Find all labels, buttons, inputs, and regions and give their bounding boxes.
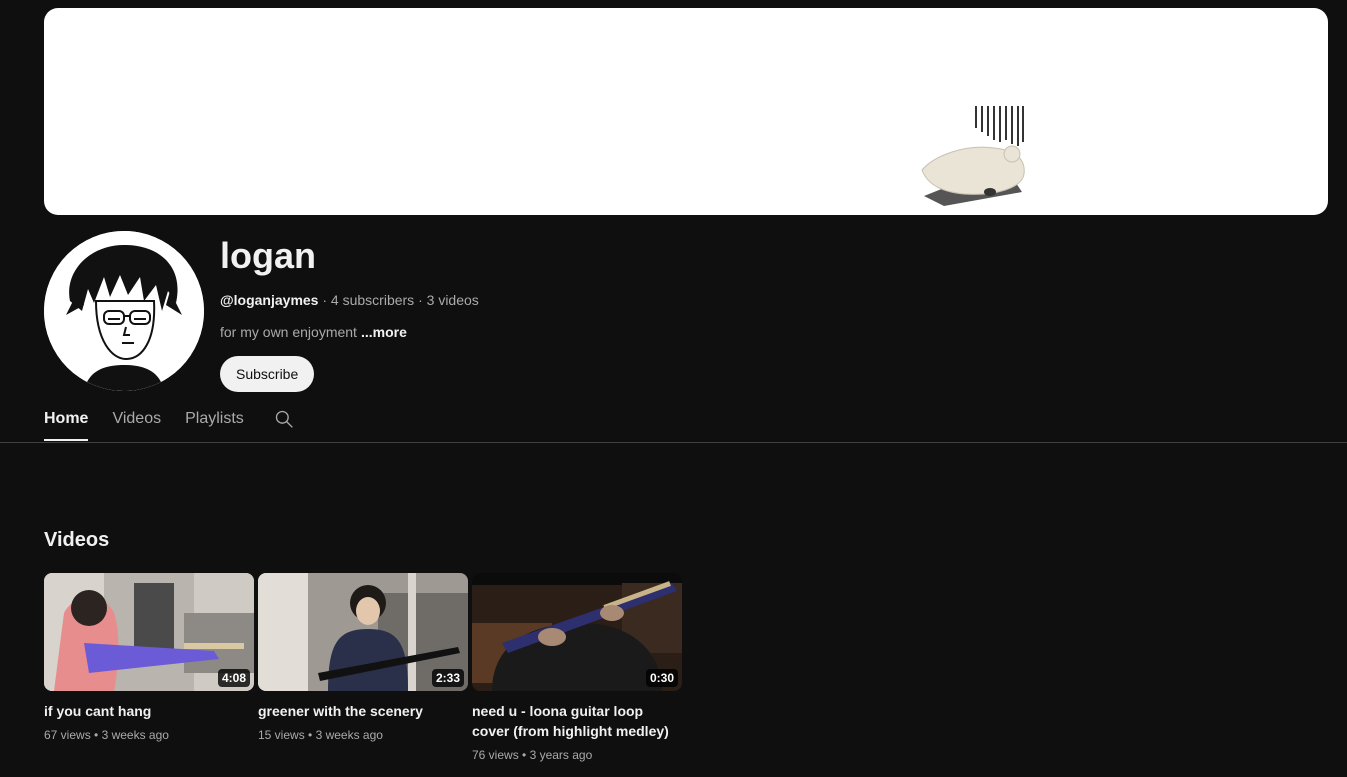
video-thumbnail[interactable]: 0:30	[472, 573, 682, 691]
tabs-divider	[0, 442, 1347, 443]
tab-home[interactable]: Home	[44, 400, 89, 441]
subscriber-count: 4 subscribers	[330, 292, 415, 308]
subscribe-button[interactable]: Subscribe	[220, 356, 315, 392]
more-link[interactable]: ...more	[361, 324, 407, 340]
description-text: for my own enjoyment	[220, 324, 357, 340]
video-thumbnail[interactable]: 4:08	[44, 573, 254, 691]
video-card[interactable]: 4:08 if you cant hang 67 views • 3 weeks…	[44, 573, 254, 763]
channel-info: logan @loganjaymes · 4 subscribers · 3 v…	[220, 236, 479, 392]
section-title[interactable]: Videos	[44, 528, 109, 552]
channel-handle[interactable]: @loganjaymes	[220, 292, 318, 308]
video-card[interactable]: 0:30 need u - loona guitar loop cover (f…	[472, 573, 682, 763]
meta-separator: •	[518, 748, 530, 762]
video-duration: 2:33	[431, 669, 464, 687]
video-meta: 67 views • 3 weeks ago	[44, 727, 254, 743]
meta-separator: ·	[414, 292, 427, 308]
channel-description[interactable]: for my own enjoyment ...more	[220, 322, 479, 342]
channel-avatar[interactable]	[44, 231, 204, 391]
view-count: 67 views	[44, 728, 91, 742]
banner-illustration	[921, 106, 1025, 206]
channel-tabs: Home Videos Playlists	[44, 400, 298, 443]
channel-banner	[44, 8, 1328, 215]
upload-age: 3 weeks ago	[101, 728, 169, 742]
video-title[interactable]: greener with the scenery	[258, 701, 468, 721]
meta-separator: •	[90, 728, 102, 742]
tab-playlists[interactable]: Playlists	[185, 400, 244, 438]
video-duration: 4:08	[217, 669, 250, 687]
channel-name: logan	[220, 235, 316, 276]
video-title[interactable]: if you cant hang	[44, 701, 254, 721]
video-meta: 76 views • 3 years ago	[472, 747, 682, 763]
video-thumbnail[interactable]: 2:33	[258, 573, 468, 691]
video-grid: 4:08 if you cant hang 67 views • 3 weeks…	[44, 573, 686, 763]
video-duration: 0:30	[645, 669, 678, 687]
video-card[interactable]: 2:33 greener with the scenery 15 views •…	[258, 573, 468, 763]
upload-age: 3 years ago	[529, 748, 593, 762]
search-icon[interactable]	[274, 400, 298, 438]
upload-age: 3 weeks ago	[315, 728, 383, 742]
video-count: 3 videos	[426, 292, 479, 308]
meta-separator: •	[304, 728, 316, 742]
video-meta: 15 views • 3 weeks ago	[258, 727, 468, 743]
video-title[interactable]: need u - loona guitar loop cover (from h…	[472, 701, 682, 741]
view-count: 76 views	[472, 748, 519, 762]
channel-meta: @loganjaymes · 4 subscribers · 3 videos	[220, 290, 479, 310]
meta-separator: ·	[318, 292, 331, 308]
tab-videos[interactable]: Videos	[112, 400, 161, 438]
avatar-illustration	[44, 231, 204, 391]
view-count: 15 views	[258, 728, 305, 742]
